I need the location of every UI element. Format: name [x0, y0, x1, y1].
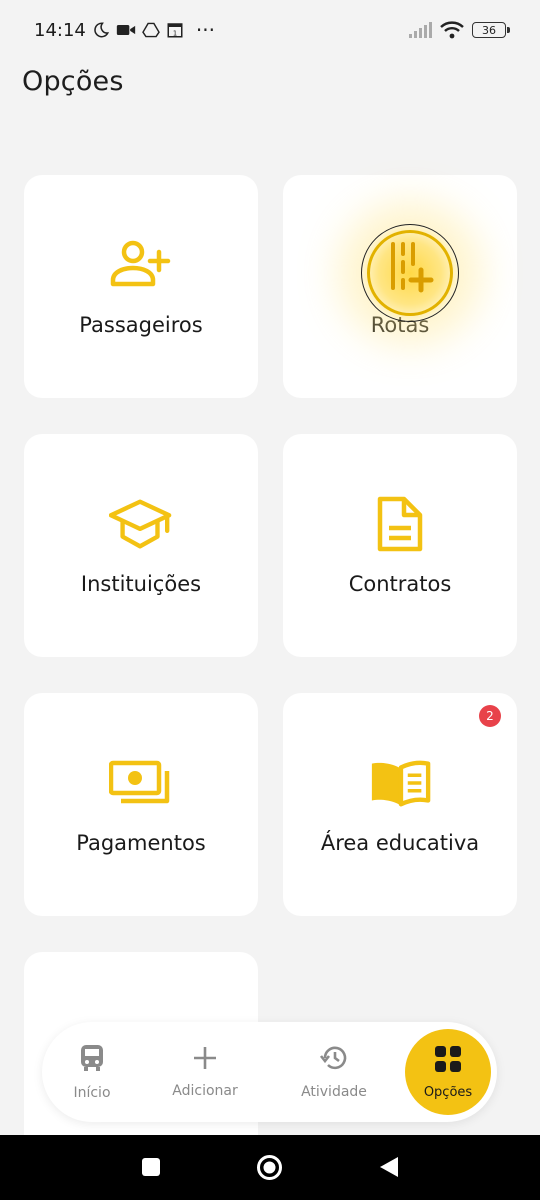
- calendar-icon: 1: [166, 21, 184, 39]
- nav-label: Início: [73, 1085, 111, 1101]
- nav-label: Atividade: [301, 1084, 367, 1100]
- home-button[interactable]: [256, 1154, 283, 1185]
- card-area-educativa[interactable]: Área educativa 2: [283, 693, 517, 916]
- page-title: Opções: [22, 66, 124, 97]
- nav-label: Adicionar: [172, 1083, 238, 1099]
- nav-adicionar[interactable]: Adicionar: [155, 1022, 255, 1122]
- graduation-cap-icon: [109, 494, 173, 554]
- video-camera-icon: [116, 22, 136, 38]
- history-icon: [319, 1044, 349, 1076]
- recents-button[interactable]: [141, 1157, 161, 1181]
- bus-icon: [79, 1043, 105, 1077]
- nav-inicio[interactable]: Início: [42, 1022, 142, 1122]
- status-right: 36: [408, 21, 510, 39]
- status-time: 14:14: [34, 19, 86, 41]
- more-dots: ···: [195, 18, 215, 42]
- card-label: Instituições: [80, 572, 202, 596]
- moon-icon: [92, 21, 110, 39]
- notification-badge: 2: [479, 705, 501, 727]
- nav-label: Opções: [423, 1084, 473, 1100]
- card-instituicoes[interactable]: Instituições: [24, 434, 258, 657]
- drive-icon: [142, 22, 160, 38]
- card-label: Passageiros: [79, 313, 203, 337]
- wifi-icon: [440, 21, 464, 39]
- svg-text:1: 1: [173, 29, 177, 37]
- card-label: Pagamentos: [76, 831, 206, 855]
- nav-atividade[interactable]: Atividade: [284, 1022, 384, 1122]
- grid-icon: [434, 1045, 462, 1077]
- bottom-nav: Início Adicionar Atividade Opções: [42, 1022, 497, 1122]
- open-book-icon: [368, 753, 432, 813]
- card-label: Área educativa: [320, 831, 480, 855]
- payments-icon: [109, 753, 173, 813]
- route-add-icon: [385, 240, 437, 300]
- status-bar: 14:14 1 ··· 36: [0, 0, 540, 60]
- add-person-icon: [109, 235, 173, 295]
- back-button[interactable]: [378, 1155, 400, 1183]
- document-icon: [368, 494, 432, 554]
- status-left: 14:14 1 ···: [34, 18, 215, 42]
- card-pagamentos[interactable]: Pagamentos: [24, 693, 258, 916]
- card-contratos[interactable]: Contratos: [283, 434, 517, 657]
- system-nav-bar: [0, 1135, 540, 1200]
- battery-indicator: 36: [472, 22, 510, 38]
- signal-icon: [408, 22, 432, 38]
- nav-opcoes[interactable]: Opções: [405, 1029, 491, 1115]
- card-passageiros[interactable]: Passageiros: [24, 175, 258, 398]
- card-label: Contratos: [348, 572, 452, 596]
- plus-icon: [192, 1045, 218, 1075]
